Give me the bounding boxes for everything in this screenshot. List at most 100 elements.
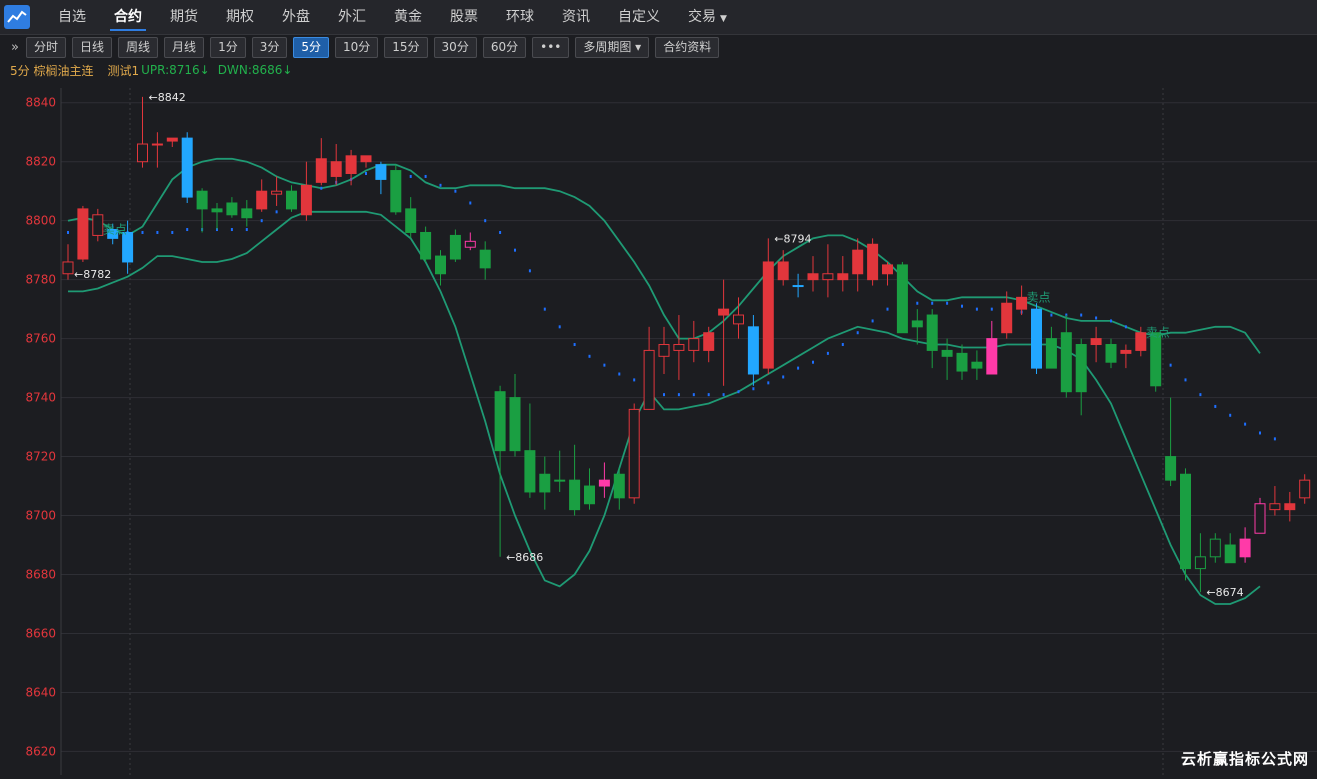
candle[interactable] — [896, 261, 908, 334]
candle[interactable] — [509, 374, 521, 457]
period-button-10[interactable]: 60分 — [482, 36, 527, 58]
candle[interactable] — [360, 155, 372, 168]
candle[interactable] — [137, 96, 148, 168]
nav-item-1[interactable]: 合约 — [100, 0, 156, 34]
candle[interactable] — [539, 456, 551, 510]
candle[interactable] — [226, 197, 238, 218]
candle[interactable] — [1209, 533, 1221, 563]
nav-item-7[interactable]: 股票 — [436, 0, 492, 34]
candle[interactable] — [1194, 533, 1206, 593]
candle[interactable] — [1045, 326, 1057, 369]
period-button-13[interactable]: 合约资料 — [655, 36, 720, 58]
candle[interactable] — [569, 444, 581, 516]
candle[interactable] — [643, 326, 655, 410]
candle[interactable] — [420, 226, 432, 262]
candle[interactable] — [911, 309, 923, 345]
app-logo-icon[interactable] — [4, 5, 30, 29]
candle[interactable] — [807, 256, 819, 292]
candle[interactable] — [613, 468, 625, 510]
period-button-2[interactable]: 周线 — [118, 36, 159, 58]
period-button-11[interactable]: ••• — [532, 36, 570, 58]
candle[interactable] — [524, 403, 536, 498]
candle[interactable] — [405, 197, 417, 239]
nav-item-10[interactable]: 自定义 — [604, 0, 674, 34]
candle[interactable] — [315, 138, 327, 186]
candle[interactable] — [1031, 303, 1042, 375]
candle[interactable] — [330, 144, 342, 186]
candle[interactable] — [852, 238, 864, 292]
candle[interactable] — [673, 315, 685, 380]
kline-chart-svg[interactable]: 8840 8820 8800 8780 8760 8740 8720 8700 8680 8660… — [0, 88, 1317, 775]
candle[interactable] — [241, 200, 253, 227]
candle[interactable] — [151, 132, 163, 168]
candle[interactable] — [1105, 338, 1117, 369]
candle[interactable] — [1180, 468, 1191, 581]
candle[interactable] — [703, 326, 715, 363]
candle[interactable] — [271, 176, 283, 206]
candle[interactable] — [494, 385, 506, 557]
period-button-5[interactable]: 3分 — [251, 36, 288, 58]
candle[interactable] — [628, 403, 640, 504]
nav-item-5[interactable]: 外汇 — [324, 0, 380, 34]
kline-chart[interactable]: 8840 8820 8800 8780 8760 8740 8720 8700 8680 8660… — [0, 88, 1317, 775]
candle[interactable] — [435, 250, 446, 286]
period-button-1[interactable]: 日线 — [72, 36, 113, 58]
period-button-6[interactable]: 5分 — [293, 36, 329, 58]
candle[interactable] — [211, 202, 223, 230]
nav-item-11[interactable]: 交易 ▼ — [674, 0, 741, 34]
period-button-12[interactable]: 多周期图 ▾ — [575, 36, 650, 58]
candle[interactable] — [837, 256, 849, 292]
nav-item-2[interactable]: 期货 — [156, 0, 212, 34]
candle[interactable] — [747, 315, 759, 386]
expand-icon[interactable]: » — [4, 40, 26, 55]
period-button-8[interactable]: 15分 — [384, 36, 428, 58]
period-button-9[interactable]: 30分 — [433, 36, 477, 58]
candle[interactable] — [822, 244, 834, 298]
nav-item-4[interactable]: 外盘 — [268, 0, 324, 34]
indicator-name[interactable]: 测试1 — [107, 62, 139, 79]
candle[interactable] — [92, 208, 104, 242]
nav-item-6[interactable]: 黄金 — [380, 0, 436, 34]
candle[interactable] — [1165, 397, 1177, 487]
candle[interactable] — [1254, 497, 1266, 534]
nav-item-3[interactable]: 期权 — [212, 0, 268, 34]
candle[interactable] — [390, 164, 402, 215]
candle[interactable] — [464, 232, 476, 251]
candle[interactable] — [77, 205, 89, 262]
candle[interactable] — [762, 238, 774, 375]
candle[interactable] — [181, 132, 193, 203]
nav-item-0[interactable]: 自选 — [44, 0, 100, 34]
nav-item-9[interactable]: 资讯 — [548, 0, 604, 34]
candle[interactable] — [584, 468, 595, 510]
candle[interactable] — [598, 462, 610, 498]
candle[interactable] — [62, 244, 74, 280]
candle[interactable] — [1016, 285, 1028, 316]
candle[interactable] — [1150, 332, 1162, 392]
candle[interactable] — [166, 137, 178, 147]
candle[interactable] — [1284, 491, 1296, 522]
candle[interactable] — [986, 320, 998, 375]
candle[interactable] — [300, 161, 312, 221]
candle[interactable] — [733, 297, 744, 339]
candle[interactable] — [777, 250, 789, 286]
candle[interactable] — [867, 238, 879, 286]
candle[interactable] — [658, 326, 670, 375]
candle[interactable] — [1090, 326, 1102, 363]
candle[interactable] — [792, 273, 804, 298]
candle[interactable] — [479, 241, 491, 280]
nav-item-8[interactable]: 环球 — [492, 0, 548, 34]
candle[interactable] — [1060, 315, 1072, 398]
candle[interactable] — [1120, 344, 1132, 369]
period-button-7[interactable]: 10分 — [334, 36, 379, 58]
candle[interactable] — [956, 344, 968, 380]
candle[interactable] — [1299, 474, 1311, 504]
period-button-4[interactable]: 1分 — [210, 36, 246, 58]
candle[interactable] — [256, 179, 268, 212]
candle[interactable] — [1239, 527, 1251, 563]
candle[interactable] — [718, 279, 730, 386]
candle[interactable] — [1075, 338, 1087, 416]
candle[interactable] — [286, 185, 297, 212]
period-button-0[interactable]: 分时 — [26, 36, 67, 58]
candle[interactable] — [971, 350, 983, 380]
candle[interactable] — [688, 320, 700, 363]
